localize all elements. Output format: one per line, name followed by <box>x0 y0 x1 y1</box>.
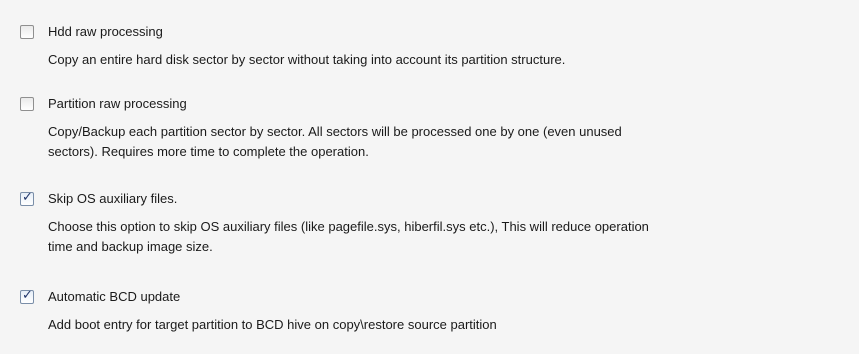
option-skip-os-auxiliary-files: ✓ Skip OS auxiliary files. Choose this o… <box>18 189 838 257</box>
skip-os-auxiliary-files-checkbox[interactable]: ✓ <box>20 190 34 206</box>
option-header: Hdd raw processing <box>18 22 838 42</box>
automatic-bcd-update-label[interactable]: Automatic BCD update <box>48 289 180 305</box>
automatic-bcd-update-checkbox[interactable]: ✓ <box>20 288 34 304</box>
partition-raw-processing-checkbox[interactable] <box>20 97 34 111</box>
skip-os-auxiliary-files-label[interactable]: Skip OS auxiliary files. <box>48 191 177 207</box>
description-line: sectors). Requires more time to complete… <box>48 144 369 159</box>
hdd-raw-processing-description: Copy an entire hard disk sector by secto… <box>48 52 566 67</box>
option-header: ✓ Automatic BCD update <box>18 287 838 307</box>
description-line: time and backup image size. <box>48 239 213 254</box>
description-line: Choose this option to skip OS auxiliary … <box>48 219 649 234</box>
option-hdd-raw-processing: Hdd raw processing Copy an entire hard d… <box>18 22 838 70</box>
option-partition-raw-processing: Partition raw processing Copy/Backup eac… <box>18 94 838 162</box>
option-header: Partition raw processing <box>18 94 838 114</box>
hdd-raw-processing-checkbox[interactable] <box>20 25 34 39</box>
option-header: ✓ Skip OS auxiliary files. <box>18 189 838 209</box>
check-icon: ✓ <box>22 288 33 303</box>
automatic-bcd-update-description: Add boot entry for target partition to B… <box>48 317 497 332</box>
partition-raw-processing-label[interactable]: Partition raw processing <box>48 96 187 112</box>
skip-os-auxiliary-files-description: Choose this option to skip OS auxiliary … <box>48 217 838 257</box>
check-icon: ✓ <box>22 190 33 205</box>
hdd-raw-processing-label[interactable]: Hdd raw processing <box>48 24 163 40</box>
option-automatic-bcd-update: ✓ Automatic BCD update Add boot entry fo… <box>18 287 838 335</box>
description-line: Copy/Backup each partition sector by sec… <box>48 124 622 139</box>
partition-raw-processing-description: Copy/Backup each partition sector by sec… <box>48 122 838 162</box>
options-panel: Hdd raw processing Copy an entire hard d… <box>0 0 859 354</box>
